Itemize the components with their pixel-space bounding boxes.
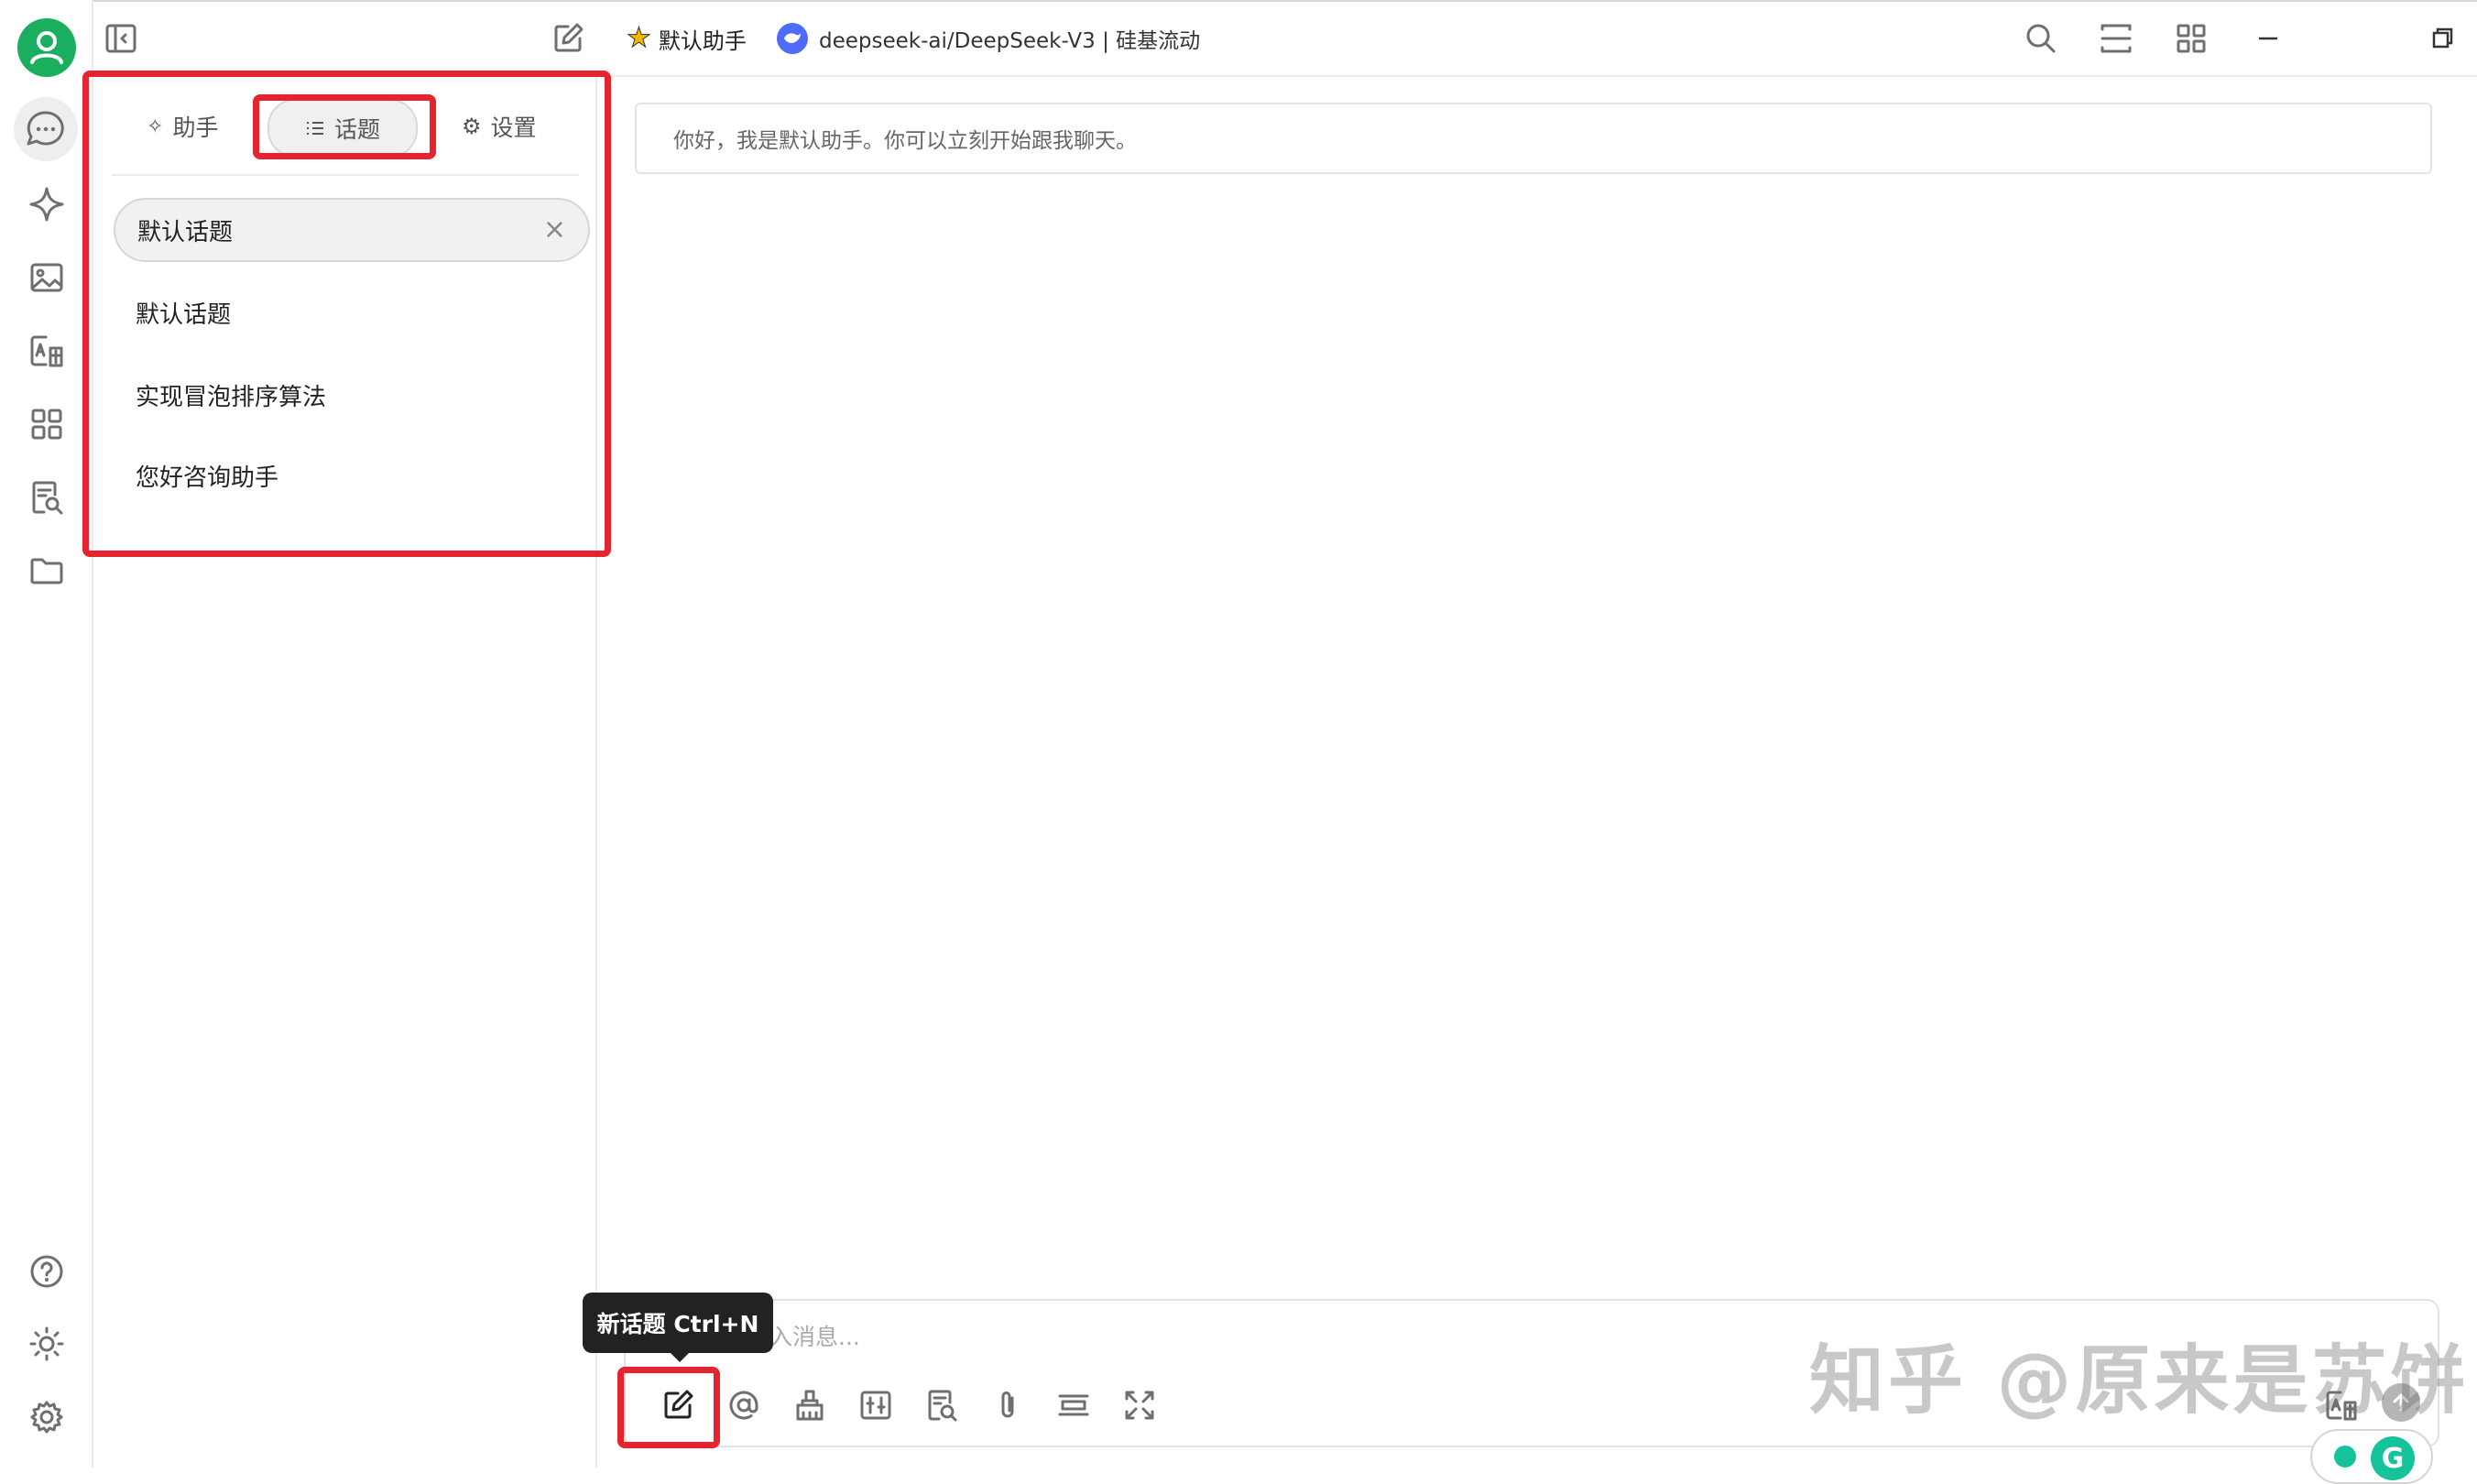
new-topic-tooltip: 新话题 Ctrl+N	[583, 1293, 773, 1353]
grammarly-dot-icon	[2334, 1446, 2356, 1468]
nav-paintings[interactable]	[27, 258, 66, 297]
sun-icon	[29, 1326, 64, 1361]
image-icon	[30, 263, 63, 292]
highlight-new-topic-button	[617, 1367, 720, 1448]
user-icon	[30, 31, 63, 64]
nav-files[interactable]	[27, 551, 66, 590]
toggle-sidebar-button[interactable]	[103, 20, 139, 57]
mention-model-button[interactable]	[726, 1387, 762, 1424]
help-icon	[30, 1255, 63, 1288]
sliders-icon	[860, 1391, 891, 1420]
apps-grid-icon	[31, 409, 62, 440]
narrow-mode-button[interactable]	[2098, 20, 2134, 57]
nav-settings[interactable]	[27, 1398, 66, 1436]
document-search-icon	[928, 1390, 957, 1422]
assistant-selector[interactable]: ★ 默认助手	[627, 20, 747, 57]
clear-button[interactable]	[791, 1387, 828, 1424]
minimize-icon	[2259, 37, 2277, 40]
nav-help[interactable]	[27, 1252, 66, 1291]
model-selector[interactable]: deepseek-ai/DeepSeek-V3 | 硅基流动	[777, 20, 1200, 57]
expand-input-button[interactable]	[1055, 1387, 1092, 1424]
greeting-message: 你好，我是默认助手。你可以立刻开始跟我聊天。	[635, 103, 2432, 174]
watermark: 知乎 @原来是苏饼	[1809, 1337, 2470, 1424]
grammarly-widget[interactable]: G	[2310, 1429, 2433, 1484]
app-header: ★ 默认助手 deepseek-ai/DeepSeek-V3 | 硅基流动	[93, 0, 2477, 75]
at-icon	[729, 1391, 758, 1420]
nav-theme[interactable]	[27, 1325, 66, 1363]
gear-icon	[30, 1401, 63, 1434]
search-button[interactable]	[2023, 20, 2059, 57]
minimize-button[interactable]	[2250, 20, 2286, 57]
edit-icon	[554, 23, 584, 52]
deepseek-logo-icon	[777, 23, 808, 54]
highlight-topics-tab	[253, 94, 436, 159]
fullscreen-button[interactable]	[1121, 1387, 1158, 1424]
nav-translate[interactable]	[27, 332, 66, 370]
assistant-name: 默认助手	[658, 27, 747, 54]
grammarly-logo-icon: G	[2371, 1436, 2415, 1480]
sparkle-icon	[29, 187, 64, 222]
model-name: deepseek-ai/DeepSeek-V3 | 硅基流动	[819, 29, 1201, 53]
star-icon: ★	[627, 22, 652, 54]
attach-button[interactable]	[989, 1387, 1026, 1424]
nav-agents[interactable]	[27, 185, 66, 224]
settings-sliders-button[interactable]	[857, 1387, 894, 1424]
restore-icon	[2432, 27, 2453, 49]
line-height-icon	[1058, 1394, 1089, 1416]
sidebar-toggle-icon	[105, 24, 136, 53]
search-icon	[2026, 24, 2056, 53]
translate-icon	[30, 335, 63, 367]
expand-width-icon	[2101, 24, 2132, 53]
layout-button[interactable]	[2173, 20, 2210, 57]
left-navigation	[0, 0, 92, 1468]
input-placeholder: 入消息...	[769, 1324, 860, 1350]
maximize-button[interactable]	[2424, 20, 2461, 57]
greeting-text: 你好，我是默认助手。你可以立刻开始跟我聊天。	[673, 129, 1137, 153]
chat-bubble-icon	[27, 111, 64, 146]
knowledge-base-button[interactable]	[923, 1387, 960, 1424]
avatar[interactable]	[17, 18, 76, 77]
tooltip-text: 新话题 Ctrl+N	[596, 1311, 759, 1337]
fullscreen-icon	[1125, 1391, 1154, 1420]
nav-chat[interactable]	[14, 97, 78, 161]
nav-knowledge[interactable]	[27, 478, 66, 517]
nav-apps[interactable]	[27, 405, 66, 443]
new-topic-header-button[interactable]	[550, 20, 586, 57]
grid-icon	[2177, 24, 2206, 53]
paperclip-icon	[1001, 1391, 1014, 1418]
folder-icon	[30, 558, 63, 584]
tooltip-arrow	[669, 1351, 691, 1362]
broom-icon	[796, 1390, 824, 1421]
document-search-icon	[32, 481, 63, 515]
